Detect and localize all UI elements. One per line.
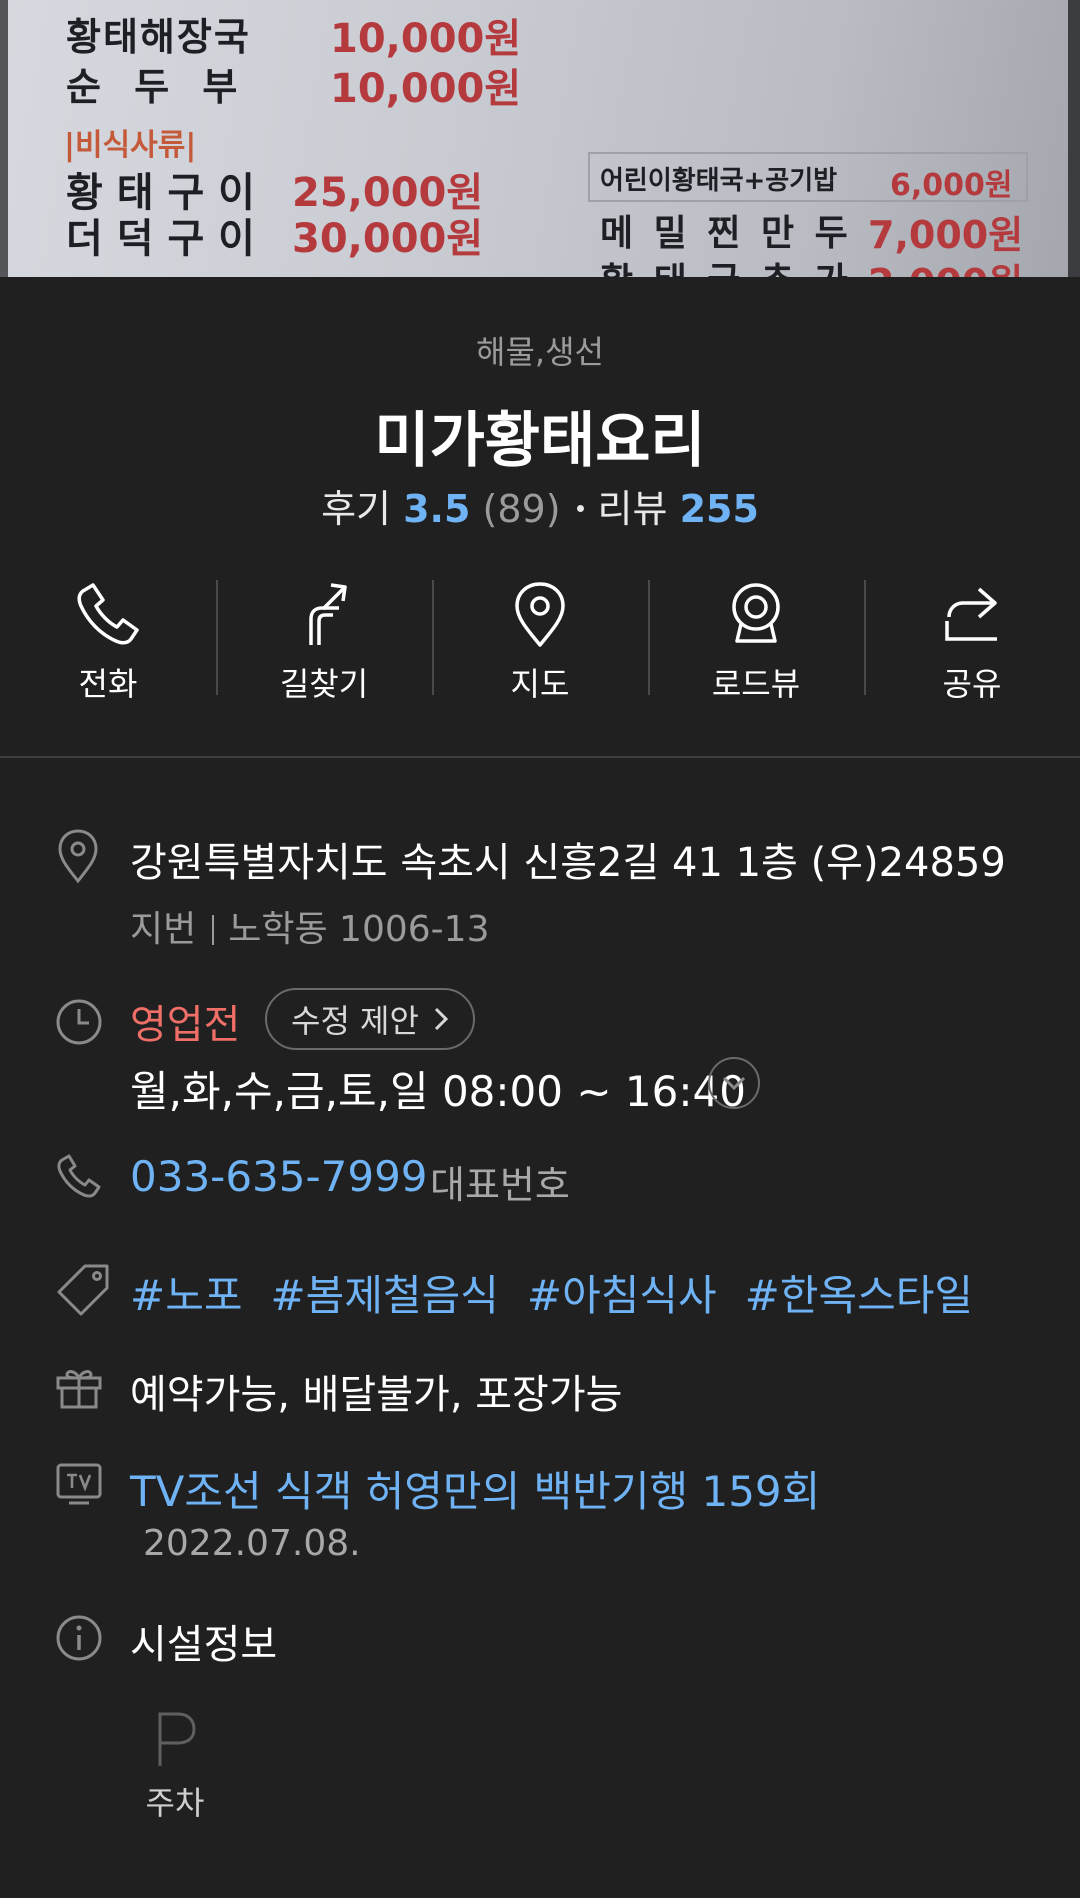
- directions-icon: [309, 583, 347, 645]
- roadview-icon: [732, 583, 780, 643]
- parking-facility: 주차: [140, 1710, 210, 1824]
- menu-item-name: 더 덕 구 이: [66, 216, 255, 262]
- chevron-right-icon: [434, 1007, 449, 1031]
- roadview-button[interactable]: 로드뷰: [648, 575, 864, 703]
- blog-review-label: 리뷰: [597, 487, 668, 531]
- menu-item-name: 순 두 부: [66, 65, 248, 109]
- tv-appearance-date: 2022.07.08.: [143, 1523, 361, 1564]
- menu-item-price: 2,000원: [868, 252, 1023, 277]
- opening-hours: 월,화,수,금,토,일 08:00 ~ 16:40: [130, 1067, 746, 1116]
- rating-count: (89): [482, 487, 561, 531]
- share-icon: [945, 587, 997, 641]
- jibun-label: 지번: [130, 909, 197, 950]
- tv-appearance-link[interactable]: TV조선 식객 허영만의 백반기행 159회: [130, 1458, 820, 1519]
- location-icon: [58, 829, 98, 884]
- action-bar: 전화 길찾기 지도 로드뷰 공유: [0, 575, 1080, 703]
- menu-item-price: 6,000원: [890, 168, 1013, 203]
- menu-item-name: 황태해장국: [66, 15, 251, 59]
- menu-item-price: 30,000원: [292, 216, 484, 262]
- chevron-down-icon: [722, 1076, 746, 1091]
- hours-expand-button[interactable]: [708, 1057, 760, 1109]
- place-category: 해물,생선: [476, 333, 604, 371]
- phone-small-icon: [57, 1154, 101, 1198]
- facility-info-title: 시설정보: [130, 1622, 278, 1668]
- tag-item[interactable]: #아침식사: [527, 1262, 717, 1323]
- blog-review-count: 255: [679, 487, 759, 531]
- menu-item-name: 어린이황태국+공기밥: [600, 166, 838, 196]
- suggest-edit-button[interactable]: 수정 제안: [265, 988, 475, 1050]
- clock-icon: [56, 999, 102, 1045]
- gift-icon: [56, 1370, 102, 1409]
- share-button[interactable]: 공유: [864, 575, 1080, 703]
- tag-item[interactable]: #한옥스타일: [745, 1262, 973, 1323]
- menu-category-label: |비식사류|: [64, 128, 197, 163]
- rating-summary[interactable]: 후기 3.5 (89) 리뷰 255: [0, 478, 1080, 533]
- directions-button[interactable]: 길찾기: [216, 575, 432, 703]
- parking-label: 주차: [145, 1784, 205, 1822]
- tag-item[interactable]: #노포: [130, 1262, 242, 1323]
- menu-item-name: 황 태 국 추 가: [600, 252, 852, 277]
- directions-label: 길찾기: [279, 665, 369, 703]
- jibun-value: 노학동 1006-13: [228, 909, 490, 950]
- jibun-separator: [212, 915, 215, 945]
- phone-type-label: 대표번호: [430, 1163, 570, 1207]
- business-status: 영업전: [130, 1002, 241, 1048]
- section-divider: [0, 756, 1080, 758]
- roadview-label: 로드뷰: [711, 665, 801, 703]
- menu-item-price: 7,000원: [868, 213, 1024, 257]
- menu-item-name: 메 밀 찐 만 두: [600, 213, 852, 254]
- info-icon: [56, 1615, 102, 1661]
- place-name: 미가황태요리: [374, 406, 706, 476]
- tag-icon: [57, 1264, 109, 1316]
- tag-item[interactable]: #봄제철음식: [270, 1262, 498, 1323]
- share-label: 공유: [942, 665, 1002, 703]
- separator-dot: [576, 505, 584, 512]
- map-pin-icon: [515, 582, 565, 647]
- review-label: 후기: [321, 487, 392, 531]
- map-label: 지도: [510, 665, 570, 703]
- tag-list: #노포 #봄제철음식 #아침식사 #한옥스타일: [130, 1262, 973, 1323]
- service-options: 예약가능, 배달불가, 포장가능: [130, 1372, 623, 1418]
- rating-value: 3.5: [403, 487, 471, 531]
- map-button[interactable]: 지도: [432, 575, 648, 703]
- photo-edge-right: [1068, 0, 1080, 277]
- address[interactable]: 강원특별자치도 속초시 신흥2길 41 1층 (우)24859: [130, 830, 1006, 888]
- phone-number[interactable]: 033-635-7999: [130, 1152, 428, 1201]
- call-label: 전화: [78, 665, 138, 703]
- parking-icon: [158, 1712, 196, 1766]
- menu-item-price: 10,000원: [330, 66, 522, 112]
- menu-board-photo[interactable]: 황태해장국 10,000원 순 두 부 10,000원 |비식사류| 황 태 구…: [0, 0, 1080, 277]
- suggest-edit-label: 수정 제안: [291, 1002, 419, 1040]
- tv-icon: [56, 1463, 102, 1505]
- phone-icon: [77, 583, 139, 645]
- call-button[interactable]: 전화: [0, 575, 216, 703]
- photo-edge-left: [0, 0, 8, 277]
- jibun-address: 지번 노학동 1006-13: [130, 900, 489, 952]
